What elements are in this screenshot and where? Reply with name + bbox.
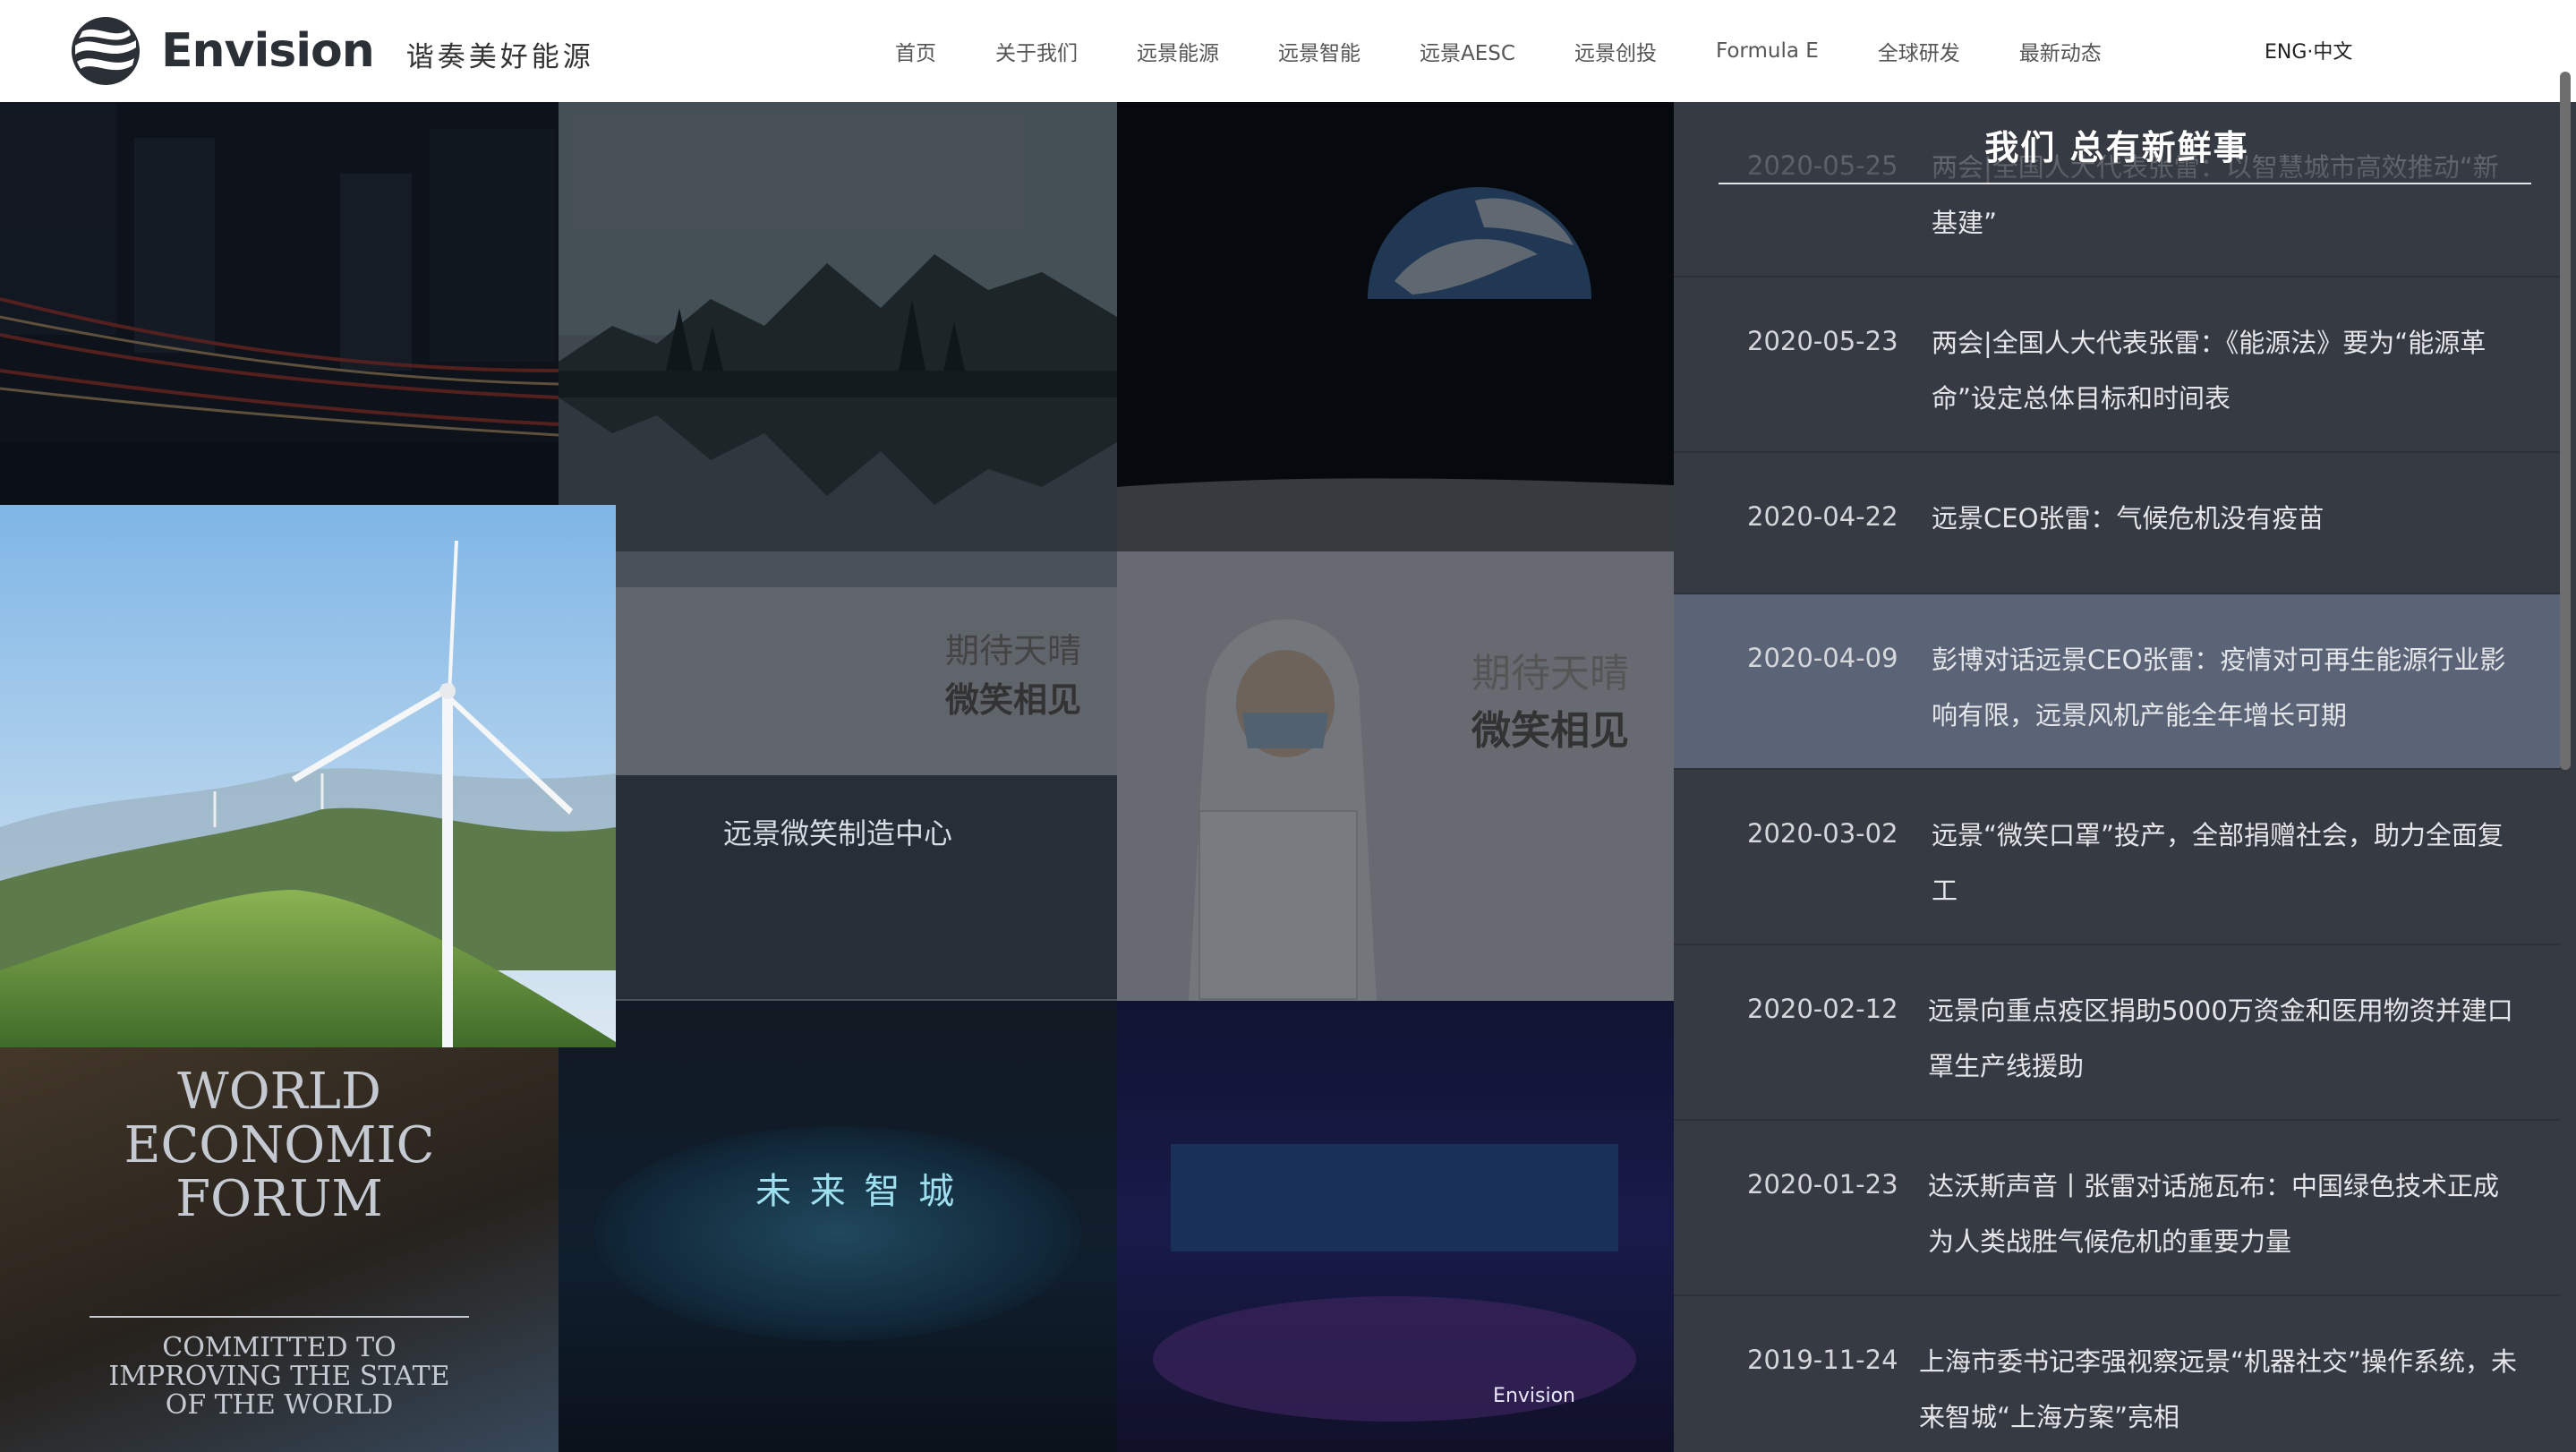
nav-latest-news[interactable]: 最新动态 bbox=[2019, 36, 2102, 66]
nav-global-rd[interactable]: 全球研发 bbox=[1878, 36, 1960, 66]
language-switch[interactable]: ENG·中文 bbox=[2265, 36, 2352, 64]
news-date: 2020-05-23 bbox=[1747, 326, 1898, 356]
event-logo: Envision bbox=[1493, 1385, 1575, 1407]
photo-world-economic-forum[interactable]: WORLD ECONOMIC FORUM COMMITTED TO IMPROV… bbox=[0, 1047, 559, 1452]
news-item-active[interactable]: 2020-04-09 彭博对话远景CEO张雷：疫情对可再生能源行业影响有限，远景… bbox=[1674, 594, 2560, 770]
earthrise-image bbox=[1117, 102, 1674, 551]
photo-earthrise[interactable] bbox=[1117, 102, 1674, 551]
news-item[interactable]: 2019-11-24 上海市委书记李强视察远景“机器社交”操作系统，未来智城“上… bbox=[1674, 1296, 2560, 1452]
news-title: 远景CEO张雷：气候危机没有疫苗 bbox=[1932, 503, 2324, 534]
header-divider bbox=[1719, 183, 2531, 184]
forum-name-line1: WORLD bbox=[177, 1063, 381, 1121]
nav-envision-ventures[interactable]: 远景创投 bbox=[1574, 36, 1657, 66]
news-title: 上海市委书记李强视察远景“机器社交”操作系统，未来智城“上海方案”亮相 bbox=[1919, 1346, 2518, 1432]
nav-envision-digital[interactable]: 远景智能 bbox=[1278, 36, 1361, 66]
photo-wind-turbine[interactable] bbox=[0, 505, 616, 1047]
news-title: 两会|全国人大代表张雷：《能源法》要为“能源革命”设定总体目标和时间表 bbox=[1932, 328, 2486, 414]
forum-motto-line3: OF THE WORLD bbox=[165, 1389, 394, 1421]
news-title: 远景“微笑口罩”投产，全部捐赠社会，助力全面复工 bbox=[1932, 820, 2504, 906]
city-night-image bbox=[0, 102, 559, 505]
news-title: 远景向重点疫区捐助5000万资金和医用物资并建口罩生产线援助 bbox=[1928, 995, 2513, 1081]
masks-caption-line1: 期待天晴 bbox=[944, 631, 1081, 670]
site-header: Envision 谐奏美好能源 首页 关于我们 远景能源 远景智能 远景AESC… bbox=[0, 0, 2576, 102]
mountain-lake-image bbox=[559, 102, 1117, 551]
news-date: 2020-02-12 bbox=[1747, 994, 1898, 1024]
mask-worker-image bbox=[1189, 619, 1377, 1001]
smart-city-sign: 未 来 智 城 bbox=[755, 1171, 959, 1212]
news-item[interactable]: 2020-04-22 远景CEO张雷：气候危机没有疫苗 bbox=[1674, 453, 2560, 594]
news-panel-header: 我们 总有新鲜事 bbox=[1674, 102, 2560, 188]
masks-caption2-line2: 微笑相见 bbox=[1471, 708, 1629, 754]
logo[interactable]: Envision 谐奏美好能源 bbox=[70, 16, 594, 86]
nav-about[interactable]: 关于我们 bbox=[995, 36, 1078, 66]
news-title: 达沃斯声音丨张雷对话施瓦布：中国绿色技术正成为人类战胜气候危机的重要力量 bbox=[1928, 1171, 2500, 1257]
envision-logo-icon bbox=[72, 17, 140, 85]
news-panel-title: 我们 总有新鲜事 bbox=[1984, 128, 2249, 167]
news-date: 2020-03-02 bbox=[1747, 818, 1898, 849]
masks-caption2-line1: 期待天晴 bbox=[1471, 651, 1629, 696]
main-nav: 首页 关于我们 远景能源 远景智能 远景AESC 远景创投 Formula E … bbox=[895, 0, 2161, 102]
nav-home[interactable]: 首页 bbox=[895, 36, 936, 66]
scrollbar-thumb[interactable] bbox=[2560, 72, 2571, 770]
news-item[interactable]: 2020-03-02 远景“微笑口罩”投产，全部捐赠社会，助力全面复工 bbox=[1674, 770, 2560, 945]
masks-caption-line2: 微笑相见 bbox=[944, 680, 1081, 720]
news-item[interactable]: 2020-05-23 两会|全国人大代表张雷：《能源法》要为“能源革命”设定总体… bbox=[1674, 278, 2560, 453]
news-date: 2020-04-22 bbox=[1747, 501, 1898, 532]
news-item[interactable]: 2020-02-12 远景向重点疫区捐助5000万资金和医用物资并建口罩生产线援… bbox=[1674, 945, 2560, 1121]
photo-conference-event[interactable]: Envision bbox=[1117, 1001, 1674, 1452]
brand-tagline: 谐奏美好能源 bbox=[405, 40, 594, 73]
news-date: 2020-04-09 bbox=[1747, 643, 1898, 673]
forum-name-line2: ECONOMIC bbox=[124, 1116, 435, 1174]
nav-formula-e[interactable]: Formula E bbox=[1716, 39, 1819, 63]
news-item[interactable]: 2020-01-23 达沃斯声音丨张雷对话施瓦布：中国绿色技术正成为人类战胜气候… bbox=[1674, 1121, 2560, 1296]
nav-envision-energy[interactable]: 远景能源 bbox=[1137, 36, 1219, 66]
photo-mosaic: 期待天晴 微笑相见 远景微笑制造中心 期待天晴 微笑相见 WORLD ECONO… bbox=[0, 102, 1674, 1452]
photo-mask-worker[interactable]: 期待天晴 微笑相见 bbox=[1117, 551, 1674, 1001]
news-panel: 2020-05-25 两会|全国人大代表张雷：以智慧城市高效推动“新基建” 20… bbox=[1674, 102, 2576, 1452]
forum-motto-line1: COMMITTED TO bbox=[162, 1332, 397, 1363]
news-date: 2019-11-24 bbox=[1747, 1345, 1898, 1375]
photo-mountain-lake[interactable] bbox=[559, 102, 1117, 551]
photo-city-night[interactable] bbox=[0, 102, 559, 505]
photo-smart-city-exhibit[interactable]: 未 来 智 城 bbox=[559, 1001, 1117, 1452]
brand-name: Envision bbox=[161, 24, 375, 78]
news-date: 2020-01-23 bbox=[1747, 1169, 1898, 1200]
forum-motto-line2: IMPROVING THE STATE bbox=[108, 1361, 450, 1392]
wind-turbine-image bbox=[0, 505, 616, 1047]
nav-envision-aesc[interactable]: 远景AESC bbox=[1420, 36, 1515, 66]
factory-sign: 远景微笑制造中心 bbox=[723, 816, 953, 850]
news-title: 彭博对话远景CEO张雷：疫情对可再生能源行业影响有限，远景风机产能全年增长可期 bbox=[1932, 645, 2506, 730]
forum-name-line3: FORUM bbox=[175, 1170, 383, 1228]
